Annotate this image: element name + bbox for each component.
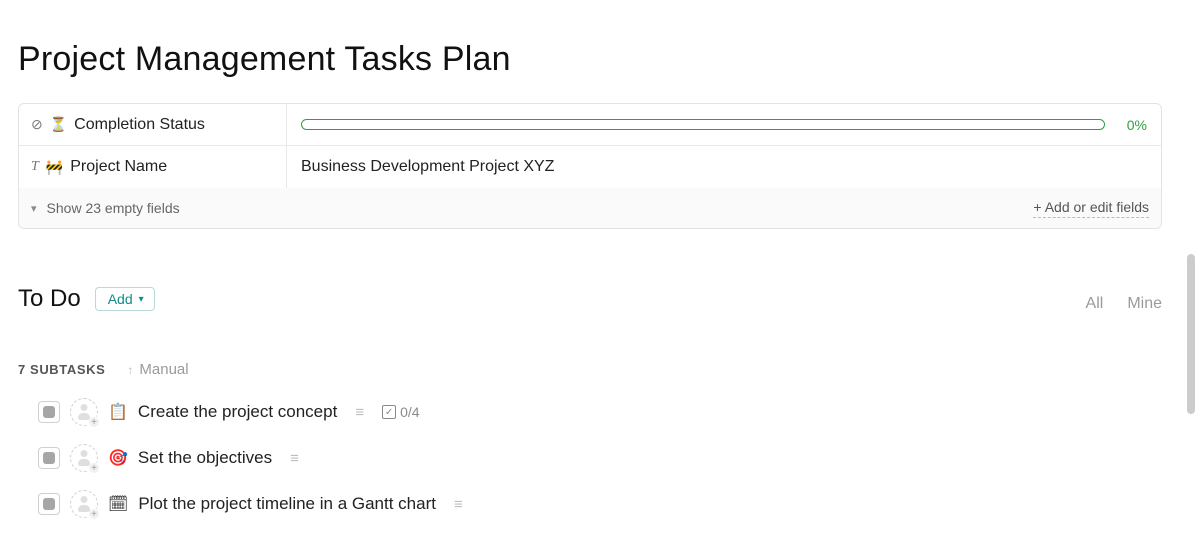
task-name: Plot the project timeline in a Gantt cha…: [138, 494, 436, 514]
plus-icon: +: [88, 416, 100, 428]
task-list: + 📋 Create the project concept ≡ ✓ 0/4 +…: [18, 398, 1162, 518]
add-button-label: Add: [108, 291, 133, 307]
fields-table: ⊘ ⏳ Completion Status 0% T 🚧 Project Nam…: [18, 103, 1162, 229]
add-button[interactable]: Add ▾: [95, 287, 155, 311]
filter-mine[interactable]: Mine: [1127, 295, 1162, 313]
project-name-label: Project Name: [70, 158, 167, 176]
description-icon: ≡: [355, 404, 364, 421]
task-row[interactable]: + 📋 Create the project concept ≡ ✓ 0/4: [18, 398, 1162, 426]
show-empty-label: Show 23 empty fields: [47, 200, 180, 216]
filter-all[interactable]: All: [1086, 295, 1104, 313]
field-row-completion-status: ⊘ ⏳ Completion Status 0%: [19, 104, 1161, 146]
chevron-down-icon: ▾: [31, 202, 37, 215]
plus-icon: +: [88, 508, 100, 520]
subtasks-count: 7 SUBTASKS: [18, 362, 105, 377]
assignee-avatar[interactable]: +: [70, 444, 98, 472]
completion-status-label: Completion Status: [74, 116, 205, 134]
clipboard-icon: 📋: [108, 402, 128, 422]
task-checkbox[interactable]: [38, 401, 60, 423]
check-square-icon: ✓: [382, 405, 396, 419]
field-row-project-name: T 🚧 Project Name Business Development Pr…: [19, 146, 1161, 188]
page-title: Project Management Tasks Plan: [18, 40, 1162, 79]
progress-bar: [301, 119, 1105, 130]
sort-label: Manual: [139, 361, 188, 378]
checkbox-fill: [43, 406, 55, 418]
fields-footer: ▾ Show 23 empty fields + Add or edit fie…: [19, 188, 1161, 228]
hourglass-icon: ⏳: [50, 116, 67, 133]
calendar-icon: 🗓: [108, 494, 128, 514]
todo-header: To Do Add ▾ All Mine: [18, 285, 1162, 313]
field-label-cell: T 🚧 Project Name: [19, 146, 287, 188]
progress-percent: 0%: [1117, 117, 1147, 133]
task-name: Set the objectives: [138, 448, 272, 468]
todo-title: To Do: [18, 285, 81, 313]
subtasks-meta: 7 SUBTASKS ↑ Manual: [18, 361, 1162, 378]
task-name: Create the project concept: [138, 402, 337, 422]
arrow-up-icon: ↑: [127, 363, 133, 377]
sort-manual[interactable]: ↑ Manual: [127, 361, 188, 378]
assignee-avatar[interactable]: +: [70, 398, 98, 426]
todo-filters: All Mine: [1086, 295, 1162, 313]
task-checkbox[interactable]: [38, 447, 60, 469]
assignee-avatar[interactable]: +: [70, 490, 98, 518]
text-type-icon: T: [31, 159, 39, 175]
scrollbar[interactable]: [1184, 0, 1198, 548]
description-icon: ≡: [290, 450, 299, 467]
task-row[interactable]: + 🎯 Set the objectives ≡: [18, 444, 1162, 472]
project-name-text: Business Development Project XYZ: [301, 158, 554, 176]
construction-icon: 🚧: [46, 159, 63, 176]
subtask-count-text: 0/4: [400, 404, 419, 420]
target-icon: 🎯: [108, 448, 128, 468]
checkbox-fill: [43, 452, 55, 464]
scrollbar-thumb[interactable]: [1187, 254, 1195, 414]
link-icon: ⊘: [31, 116, 43, 133]
add-edit-fields[interactable]: + Add or edit fields: [1033, 199, 1149, 218]
task-checkbox[interactable]: [38, 493, 60, 515]
show-empty-fields[interactable]: ▾ Show 23 empty fields: [31, 200, 180, 216]
task-row[interactable]: + 🗓 Plot the project timeline in a Gantt…: [18, 490, 1162, 518]
description-icon: ≡: [454, 496, 463, 513]
field-label-cell: ⊘ ⏳ Completion Status: [19, 104, 287, 145]
completion-status-value[interactable]: 0%: [287, 117, 1161, 133]
project-name-value[interactable]: Business Development Project XYZ: [287, 158, 1161, 176]
checkbox-fill: [43, 498, 55, 510]
chevron-down-icon: ▾: [139, 294, 144, 305]
plus-icon: +: [88, 462, 100, 474]
subtask-count[interactable]: ✓ 0/4: [382, 404, 419, 420]
